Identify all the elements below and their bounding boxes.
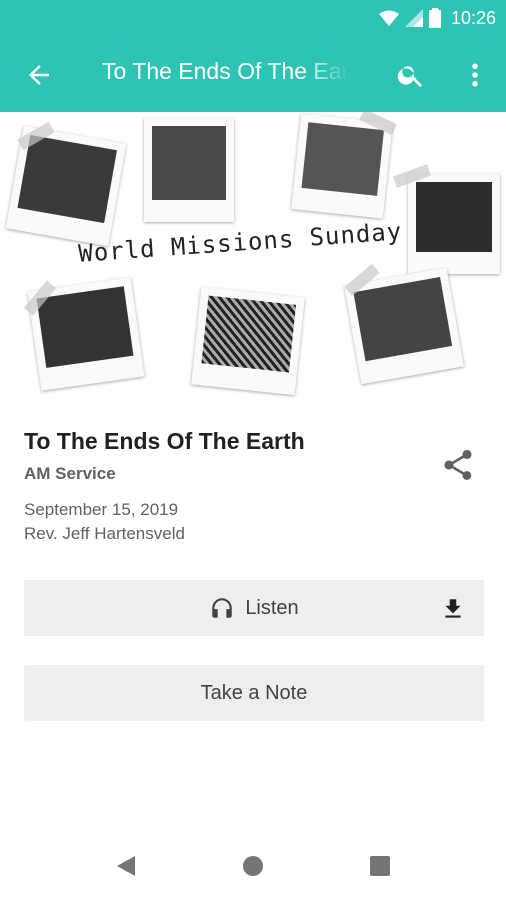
signal-icon <box>404 9 423 27</box>
service-name: AM Service <box>24 464 116 483</box>
clock: 10:26 <box>450 7 496 28</box>
sermon-date: September 15, 2019 <box>24 500 179 519</box>
nav-home-icon[interactable] <box>243 856 263 876</box>
wifi-icon <box>378 10 399 26</box>
system-nav-bar <box>0 830 506 900</box>
polaroid-photo <box>144 118 234 222</box>
app-bar: To The Ends Of The Earth <box>0 36 506 112</box>
battery-icon <box>428 8 441 28</box>
sermon-details: To The Ends Of The Earth AM Service Sept… <box>24 428 464 548</box>
listen-button[interactable]: Listen <box>24 580 484 636</box>
take-note-button[interactable]: Take a Note <box>24 665 484 721</box>
status-bar: 10:26 <box>0 0 506 36</box>
nav-back-icon[interactable] <box>115 854 137 878</box>
polaroid-photo <box>191 286 305 396</box>
polaroid-photo <box>408 174 500 274</box>
share-icon[interactable] <box>440 446 476 484</box>
search-icon[interactable] <box>396 60 426 90</box>
headphones-icon <box>212 598 233 618</box>
sermon-title: To The Ends Of The Earth <box>24 428 305 454</box>
more-vert-icon[interactable] <box>464 60 486 90</box>
nav-recent-icon[interactable] <box>370 856 390 876</box>
toolbar-title: To The Ends Of The Earth <box>102 58 350 84</box>
take-note-label: Take a Note <box>200 681 308 704</box>
polaroid-photo <box>291 113 393 219</box>
speaker-name: Rev. Jeff Hartensveld <box>24 524 185 543</box>
listen-label: Listen <box>245 596 299 619</box>
banner-caption: World Missions Sunday <box>77 217 404 268</box>
sermon-banner-image: World Missions Sunday <box>0 112 506 402</box>
download-icon[interactable] <box>440 596 466 622</box>
back-arrow-icon[interactable] <box>24 60 54 90</box>
